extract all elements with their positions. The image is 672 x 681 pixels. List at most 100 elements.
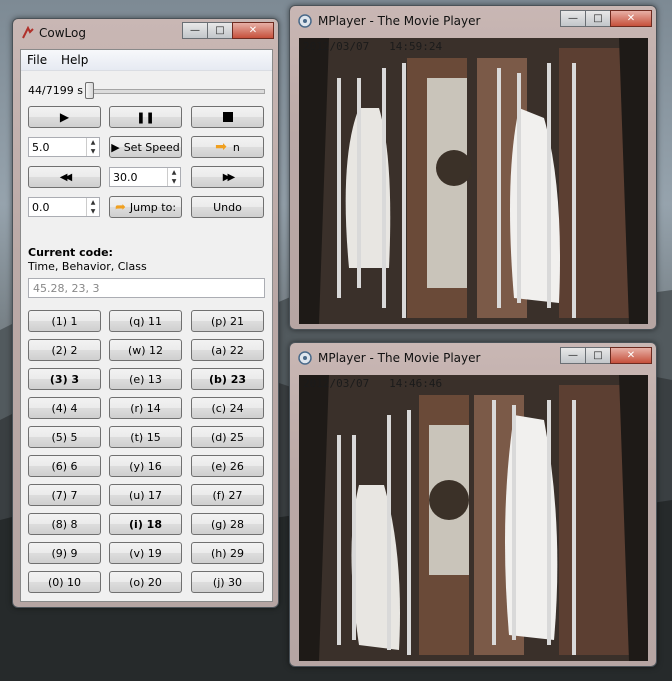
minimize-button[interactable]: — xyxy=(182,22,208,39)
window-title: CowLog xyxy=(39,26,86,40)
pause-button[interactable]: ❚❚ xyxy=(109,106,182,128)
rewind-button[interactable]: ◀◀ xyxy=(28,166,101,188)
stop-icon xyxy=(222,112,233,122)
stop-button[interactable] xyxy=(191,106,264,128)
window-title: MPlayer - The Movie Player xyxy=(318,351,481,365)
code-button[interactable]: (f) 27 xyxy=(191,484,264,506)
jump-spinbox[interactable]: 0.0 ▲ ▼ xyxy=(28,197,100,217)
minimize-icon: — xyxy=(568,350,578,361)
close-button[interactable]: ✕ xyxy=(610,10,652,27)
jump-to-button[interactable]: ➦ Jump to: xyxy=(109,196,182,218)
minimize-button[interactable]: — xyxy=(560,347,586,364)
video-scene xyxy=(299,38,648,324)
code-button[interactable]: (b) 23 xyxy=(191,368,264,390)
step-spinbox[interactable]: 30.0 ▲ ▼ xyxy=(109,167,181,187)
spin-up-icon[interactable]: ▲ xyxy=(87,138,99,147)
mplayer-top-titlebar[interactable]: MPlayer - The Movie Player — □ ✕ xyxy=(290,6,656,34)
code-button[interactable]: (w) 12 xyxy=(109,339,182,361)
code-button[interactable]: (u) 17 xyxy=(109,484,182,506)
spin-down-icon[interactable]: ▼ xyxy=(87,207,99,216)
seek-slider-thumb[interactable] xyxy=(85,82,94,99)
code-button[interactable]: (d) 25 xyxy=(191,426,264,448)
fast-forward-button[interactable]: ▶▶ xyxy=(191,166,264,188)
code-button[interactable]: (i) 18 xyxy=(109,513,182,535)
close-button[interactable]: ✕ xyxy=(610,347,652,364)
maximize-button[interactable]: □ xyxy=(585,10,611,27)
code-button[interactable]: (3) 3 xyxy=(28,368,101,390)
current-code-heading: Current code: xyxy=(28,246,113,259)
cowlog-client-area: File Help 44/7199 s ▶ ❚❚ 5.0 ▲ ▼ ▶ Set Sp… xyxy=(20,49,273,602)
maximize-icon: □ xyxy=(215,25,225,36)
mplayer-window-top: MPlayer - The Movie Player — □ ✕ 2012/03… xyxy=(289,5,657,330)
minimize-icon: — xyxy=(568,13,578,24)
video-timestamp: 2012/03/07 14:46:46 xyxy=(303,377,443,390)
code-button[interactable]: (r) 14 xyxy=(109,397,182,419)
code-button[interactable]: (9) 9 xyxy=(28,542,101,564)
speed-spinbox[interactable]: 5.0 ▲ ▼ xyxy=(28,137,100,157)
undo-label: Undo xyxy=(213,200,242,214)
code-button[interactable]: (7) 7 xyxy=(28,484,101,506)
play-icon: ▶ xyxy=(111,140,120,154)
code-button[interactable]: (6) 6 xyxy=(28,455,101,477)
code-button[interactable]: (5) 5 xyxy=(28,426,101,448)
code-button[interactable]: (c) 24 xyxy=(191,397,264,419)
play-button[interactable]: ▶ xyxy=(28,106,101,128)
cowlog-titlebar[interactable]: CowLog — □ ✕ xyxy=(13,19,278,47)
code-button[interactable]: (4) 4 xyxy=(28,397,101,419)
code-button[interactable]: (2) 2 xyxy=(28,339,101,361)
cowlog-app-icon xyxy=(22,26,34,39)
rewind-icon: ◀◀ xyxy=(59,171,73,183)
code-button[interactable]: (0) 10 xyxy=(28,571,101,593)
maximize-button[interactable]: □ xyxy=(585,347,611,364)
maximize-icon: □ xyxy=(593,13,603,24)
window-title: MPlayer - The Movie Player xyxy=(318,14,481,28)
code-button[interactable]: (p) 21 xyxy=(191,310,264,332)
fast-forward-icon: ▶▶ xyxy=(222,171,236,183)
maximize-icon: □ xyxy=(593,350,603,361)
code-button[interactable]: (o) 20 xyxy=(109,571,182,593)
current-code-columns: Time, Behavior, Class xyxy=(28,260,147,273)
video-frame-bottom[interactable]: 2012/03/07 14:46:46 xyxy=(299,375,648,661)
code-button[interactable]: (a) 22 xyxy=(191,339,264,361)
jump-value: 0.0 xyxy=(32,201,50,214)
spin-up-icon[interactable]: ▲ xyxy=(87,198,99,207)
code-button[interactable]: (y) 16 xyxy=(109,455,182,477)
video-scene xyxy=(299,375,648,661)
close-button[interactable]: ✕ xyxy=(232,22,274,39)
video-frame-top[interactable]: 2012/03/07 14:59:24 xyxy=(299,38,648,324)
next-button[interactable]: ➡ n xyxy=(191,136,264,158)
code-button[interactable]: (q) 11 xyxy=(109,310,182,332)
seek-slider-track[interactable] xyxy=(85,89,265,94)
maximize-button[interactable]: □ xyxy=(207,22,233,39)
spin-down-icon[interactable]: ▼ xyxy=(168,177,180,186)
mplayer-bottom-titlebar[interactable]: MPlayer - The Movie Player — □ ✕ xyxy=(290,343,656,371)
code-button[interactable]: (j) 30 xyxy=(191,571,264,593)
code-button[interactable]: (t) 15 xyxy=(109,426,182,448)
set-speed-label: Set Speed xyxy=(123,140,180,154)
menu-file[interactable]: File xyxy=(27,53,47,67)
spin-up-icon[interactable]: ▲ xyxy=(168,168,180,177)
current-code-input[interactable] xyxy=(29,279,264,297)
code-button[interactable]: (e) 13 xyxy=(109,368,182,390)
menubar: File Help xyxy=(21,50,272,71)
code-button[interactable]: (8) 8 xyxy=(28,513,101,535)
play-icon: ▶ xyxy=(59,110,70,124)
position-label: 44/7199 s xyxy=(28,84,83,97)
arrow-right-icon: ➡ xyxy=(215,139,227,155)
set-speed-button[interactable]: ▶ Set Speed xyxy=(109,136,182,158)
minimize-button[interactable]: — xyxy=(560,10,586,27)
code-button[interactable]: (v) 19 xyxy=(109,542,182,564)
code-button[interactable]: (1) 1 xyxy=(28,310,101,332)
mplayer-app-icon xyxy=(298,14,312,28)
jump-label: Jump to: xyxy=(129,200,177,214)
video-timestamp: 2012/03/07 14:59:24 xyxy=(303,40,443,53)
next-label: n xyxy=(232,140,240,154)
menu-help[interactable]: Help xyxy=(61,53,88,67)
spin-down-icon[interactable]: ▼ xyxy=(87,147,99,156)
current-code-field[interactable] xyxy=(28,278,265,298)
code-button[interactable]: (e) 26 xyxy=(191,455,264,477)
undo-button[interactable]: Undo xyxy=(191,196,264,218)
code-button[interactable]: (g) 28 xyxy=(191,513,264,535)
close-icon: ✕ xyxy=(248,25,258,36)
code-button[interactable]: (h) 29 xyxy=(191,542,264,564)
